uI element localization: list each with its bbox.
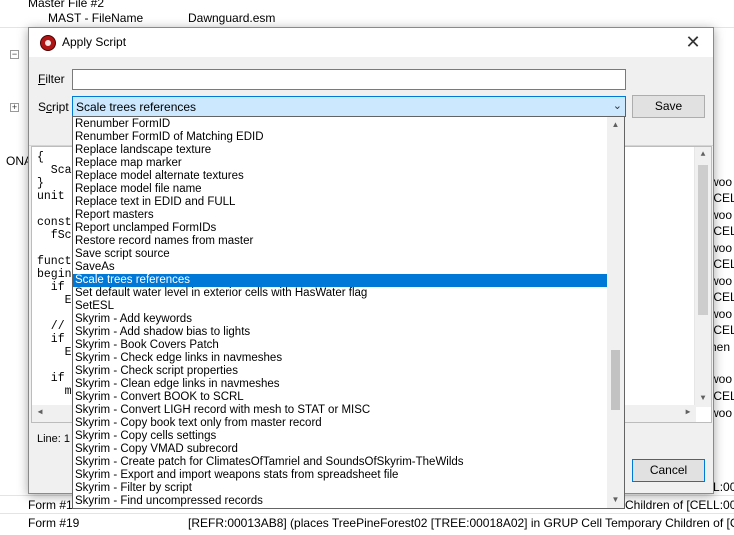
close-icon[interactable]: ✕ [673, 28, 713, 57]
script-label-text: ript [52, 100, 69, 114]
script-select[interactable]: Scale trees references ⌄ [72, 96, 626, 117]
app-icon [40, 35, 56, 51]
code-line: fSc [37, 229, 72, 242]
tree-row-label: MAST - FileName [48, 11, 144, 25]
code-line: Sca [37, 164, 72, 177]
dropdown-item[interactable]: Renumber FormID of Matching EDID [73, 131, 608, 144]
dropdown-item[interactable]: Report masters [73, 209, 608, 222]
dropdown-item[interactable]: Skyrim - Convert BOOK to SCRL [73, 391, 608, 404]
dropdown-item[interactable]: Skyrim - Check edge links in navmeshes [73, 352, 608, 365]
filter-input[interactable] [72, 69, 626, 90]
dropdown-scrollbar[interactable]: ▲ ▼ [607, 117, 624, 508]
filter-label: Filter [38, 72, 65, 86]
code-line: if [37, 372, 72, 385]
tree-row-value: Dawnguard.esm [188, 11, 276, 25]
dropdown-item[interactable]: Skyrim - Check script properties [73, 365, 608, 378]
dropdown-item[interactable]: Skyrim - Add shadow bias to lights [73, 326, 608, 339]
dropdown-item[interactable]: Replace model alternate textures [73, 170, 608, 183]
dropdown-item[interactable]: Skyrim - Clean edge links in navmeshes [73, 378, 608, 391]
dialog-title: Apply Script [62, 35, 127, 49]
editor-vertical-scrollbar[interactable]: ▲ ▼ [694, 147, 711, 407]
dropdown-item[interactable]: Skyrim - Book Covers Patch [73, 339, 608, 352]
dropdown-item[interactable]: Replace map marker [73, 157, 608, 170]
code-line: begin [37, 268, 72, 281]
code-line: // [37, 320, 65, 333]
code-line: m [37, 385, 72, 398]
tree-expander[interactable]: + [10, 103, 19, 112]
scroll-down-icon[interactable]: ▼ [607, 492, 624, 508]
dropdown-item[interactable]: Skyrim - Filter by script [73, 482, 608, 495]
cancel-button[interactable]: Cancel [632, 459, 705, 482]
code-line: const [37, 216, 72, 229]
tree-row-mast-filename[interactable]: MAST - FileName Dawnguard.esm [48, 9, 275, 27]
dropdown-item[interactable]: Skyrim - Copy cells settings [73, 430, 608, 443]
tree-row-value: Children of [CELL:00 [625, 498, 734, 512]
dropdown-item[interactable]: Save script source [73, 248, 608, 261]
save-button[interactable]: Save [632, 95, 705, 118]
code-line: unit [37, 190, 72, 203]
dropdown-item[interactable]: SetESL [73, 300, 608, 313]
dropdown-item[interactable]: Skyrim - Copy book text only from master… [73, 417, 608, 430]
code-line: if [37, 333, 72, 346]
code-line: E [37, 294, 72, 307]
tree-row-form19[interactable]: Form #19 [REFR:00013AB8] (places TreePin… [28, 514, 734, 532]
code-line: { [37, 151, 44, 164]
tree-row-value: [REFR:00013AB8] (places TreePineForest02… [188, 516, 734, 530]
dropdown-item[interactable]: Restore record names from master [73, 235, 608, 248]
dropdown-item[interactable]: SaveAs [73, 261, 608, 274]
script-label: Script [38, 100, 69, 114]
script-select-value: Scale trees references [76, 100, 197, 114]
dropdown-item[interactable]: Skyrim - Convert LIGH record with mesh t… [73, 404, 608, 417]
dropdown-item[interactable]: Scale trees references [73, 274, 608, 287]
dropdown-item[interactable]: Skyrim - Create patch for ClimatesOfTamr… [73, 456, 608, 469]
scroll-right-icon[interactable]: ▶ [680, 405, 696, 421]
scroll-thumb[interactable] [611, 350, 620, 410]
dropdown-item[interactable]: Report unclamped FormIDs [73, 222, 608, 235]
dropdown-item[interactable]: Skyrim - Copy VMAD subrecord [73, 443, 608, 456]
scroll-down-icon[interactable]: ▼ [695, 391, 711, 407]
dropdown-item[interactable]: Skyrim - Export and import weapons stats… [73, 469, 608, 482]
dropdown-item[interactable]: Replace model file name [73, 183, 608, 196]
dropdown-item[interactable]: Replace landscape texture [73, 144, 608, 157]
dropdown-item[interactable]: Replace text in EDID and FULL [73, 196, 608, 209]
script-dropdown-list[interactable]: Renumber FormID Renumber FormID of Matchi… [72, 116, 625, 509]
code-line: } [37, 177, 44, 190]
tree-row-label: Form #19 [28, 516, 80, 530]
filter-label-text: ilter [45, 72, 65, 86]
dropdown-item[interactable]: Set default water level in exterior cell… [73, 287, 608, 300]
code-line: if [37, 281, 72, 294]
scroll-up-icon[interactable]: ▲ [607, 117, 624, 133]
dropdown-item[interactable]: Skyrim - Find uncompressed records [73, 495, 608, 508]
dialog-titlebar[interactable]: Apply Script ✕ [29, 28, 713, 57]
dropdown-item[interactable]: Renumber FormID [73, 118, 608, 131]
tree-expander[interactable]: − [10, 50, 19, 59]
scroll-thumb[interactable] [698, 165, 708, 315]
chevron-down-icon[interactable]: ⌄ [613, 99, 622, 112]
code-line: funct [37, 255, 72, 268]
code-line: E [37, 346, 72, 359]
line-status: Line: 1 [37, 433, 71, 445]
script-label-first: S [38, 100, 47, 114]
dropdown-item[interactable]: Skyrim - Add keywords [73, 313, 608, 326]
scroll-up-icon[interactable]: ▲ [695, 147, 711, 163]
scroll-left-icon[interactable]: ◀ [32, 405, 48, 421]
tree-cell-fragment: Children of [CELL:00 [625, 496, 734, 514]
